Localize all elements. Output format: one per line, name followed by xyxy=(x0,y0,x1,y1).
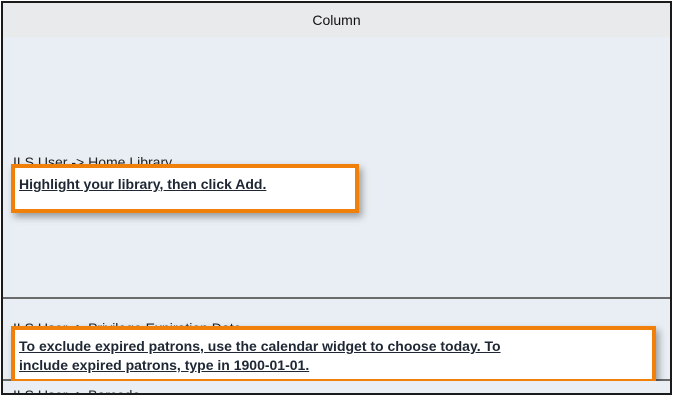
field-label-barcode: ILS User -> Barcode xyxy=(13,387,141,395)
table-row-barcode[interactable]: ILS User -> Barcode xyxy=(3,381,670,395)
instruction-text-privilege-expiration: To exclude expired patrons, use the cale… xyxy=(19,337,501,375)
column-header-label: Column xyxy=(312,12,361,28)
instruction-text-home-library: Highlight your library, then click Add. xyxy=(19,176,267,192)
instruction-line-2: include expired patrons, type in 1900-01… xyxy=(19,357,310,373)
table-row-home-library[interactable]: ILS User -> Home Library Highlight your … xyxy=(3,37,670,299)
table-row-privilege-expiration[interactable]: ILS User -> Privilege Expiration Date To… xyxy=(3,299,670,383)
column-header: Column xyxy=(3,3,670,39)
instruction-line-1: To exclude expired patrons, use the cale… xyxy=(19,338,501,354)
instruction-callout-home-library: Highlight your library, then click Add. xyxy=(11,164,359,213)
instruction-callout-privilege-expiration: To exclude expired patrons, use the cale… xyxy=(11,326,656,383)
report-filter-table: Column ILS User -> Home Library Highligh… xyxy=(1,1,672,395)
